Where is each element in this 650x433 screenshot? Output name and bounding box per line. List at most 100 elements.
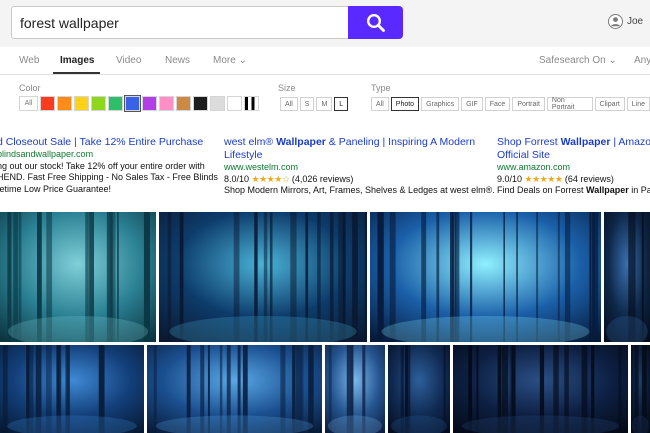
ad-description-line: Shop Modern Mirrors, Art, Frames, Shelve… [224,185,495,195]
user-avatar-icon [608,14,623,29]
user-menu[interactable]: Joe [608,14,643,29]
image-result-tile[interactable] [604,212,650,342]
tab-news[interactable]: News [165,55,190,66]
ad-description-text: in Pa [628,185,650,195]
ad-title-link[interactable]: d Closeout Sale | Take 12% Entire Purcha… [0,136,215,149]
ad-description-line: fetime Low Price Guarantee! [0,183,112,194]
type-option-gif[interactable]: GIF [461,97,483,111]
ad-url[interactable]: www.amazon.com [497,162,650,174]
image-result-tile[interactable] [631,345,650,433]
color-swatch-orange[interactable] [57,96,72,111]
color-filter-label: Color [19,83,41,93]
color-swatch-pink[interactable] [159,96,174,111]
tab-more[interactable]: More ⌄ [213,55,247,66]
thumbnail-image [159,212,367,342]
type-filter-label: Type [371,83,391,93]
size-filter: All S M L [280,97,349,111]
type-option-non-portrait[interactable]: Non Portrait [546,97,593,111]
image-result-tile[interactable] [0,212,156,342]
ad-title-keyword: Wallpaper [276,136,326,148]
color-swatch-green[interactable] [91,96,106,111]
ad-title-text: Shop Forrest [497,136,561,148]
ad-result: west elm® Wallpaper & Paneling | Inspiri… [224,136,495,197]
type-option-graphics[interactable]: Graphics [421,97,460,111]
vertical-tabs: Web Images Video News More ⌄ Safesearch … [0,47,650,75]
color-swatch-all[interactable]: All [19,96,38,111]
size-option-all[interactable]: All [280,97,298,111]
header-bar: Joe [0,0,650,47]
type-option-clipart[interactable]: Clipart [594,97,625,111]
search-icon [366,13,385,32]
color-swatch-gray[interactable] [210,96,225,111]
color-swatch-black[interactable] [193,96,208,111]
thumbnail-image [0,212,156,342]
ad-description-line: HEND. Fast Free Shipping - No Sales Tax … [0,172,218,182]
thumbnail-image [325,345,385,433]
color-filter: All [19,95,259,112]
image-result-tile[interactable] [325,345,385,433]
ad-title-link[interactable]: west elm® Wallpaper & Paneling | Inspiri… [224,136,489,162]
thumbnail-image [388,345,450,433]
rating-stars-icon: ★★★★☆ [251,173,290,184]
user-name: Joe [627,16,644,27]
image-result-tile[interactable] [0,345,144,433]
image-result-tile[interactable] [159,212,367,342]
color-swatch-brown[interactable] [176,96,191,111]
ad-url[interactable]: www.westelm.com [224,162,489,174]
type-option-photo[interactable]: Photo [390,97,420,111]
size-option-large[interactable]: L [334,97,349,111]
thumbnail-image [147,345,322,433]
image-result-tile[interactable] [453,345,628,433]
type-option-portrait[interactable]: Portrait [512,97,545,111]
time-filter-dropdown[interactable]: Any [634,55,650,66]
ad-description-keyword: Wallpaper [586,185,629,195]
image-result-tile[interactable] [370,212,601,342]
color-swatch-teal[interactable] [108,96,123,111]
review-count: (64 reviews) [564,173,614,184]
ad-rating: 8.0/10 ★★★★☆ (4,026 reviews) [224,174,489,186]
search-box[interactable] [11,6,349,39]
color-swatch-blue[interactable] [124,95,141,112]
size-option-small[interactable]: S [299,97,315,111]
search-button[interactable] [348,6,403,39]
color-swatch-yellow[interactable] [74,96,89,111]
review-count: (4,026 reviews) [291,173,354,184]
ad-description-line: Find Deals on Forrest Wallpaper in Pa [497,185,650,197]
ad-title-keyword: Wallpaper [560,136,611,148]
thumbnail-image [0,345,144,433]
thumbnail-image [604,212,650,342]
type-option-all[interactable]: All [371,97,389,111]
tab-video[interactable]: Video [116,55,141,66]
image-result-tile[interactable] [147,345,322,433]
ad-url[interactable]: blindsandwallpaper.com [0,149,215,161]
thumbnail-image [370,212,601,342]
rating-score: 9.0/10 [497,173,523,184]
active-tab-indicator [53,72,100,74]
size-filter-label: Size [278,83,296,93]
type-option-face[interactable]: Face [484,97,511,111]
search-results-page: Joe Web Images Video News More ⌄ Safesea… [0,0,650,433]
tab-web[interactable]: Web [19,55,39,66]
rating-score: 8.0/10 [224,173,250,184]
ad-description-text: Find Deals on Forrest [497,185,587,195]
thumbnail-image [631,345,650,433]
image-result-tile[interactable] [388,345,450,433]
ad-title-text: west elm® [224,136,277,148]
color-swatch-white[interactable] [227,96,242,111]
color-swatch-red[interactable] [40,96,55,111]
search-input[interactable] [12,7,348,38]
color-swatch-purple[interactable] [142,96,157,111]
ad-description-line: ng out our stock! Take 12% off your enti… [0,160,205,171]
safesearch-dropdown[interactable]: Safesearch On ⌄ [539,55,617,66]
ad-result: Shop Forrest Wallpaper | Amazon Official… [497,136,650,197]
size-option-medium[interactable]: M [316,97,333,111]
tab-images[interactable]: Images [60,55,94,66]
type-filter: All Photo Graphics GIF Face Portrait Non… [371,97,650,111]
thumbnail-image [453,345,628,433]
rating-stars-icon: ★★★★★ [524,173,563,184]
type-option-line[interactable]: Line [626,97,650,111]
ad-rating: 9.0/10 ★★★★★ (64 reviews) [497,174,650,186]
color-swatch-bw[interactable] [244,96,259,111]
ad-title-link[interactable]: Shop Forrest Wallpaper | Amazon Official… [497,136,650,162]
ad-result: d Closeout Sale | Take 12% Entire Purcha… [0,136,218,195]
